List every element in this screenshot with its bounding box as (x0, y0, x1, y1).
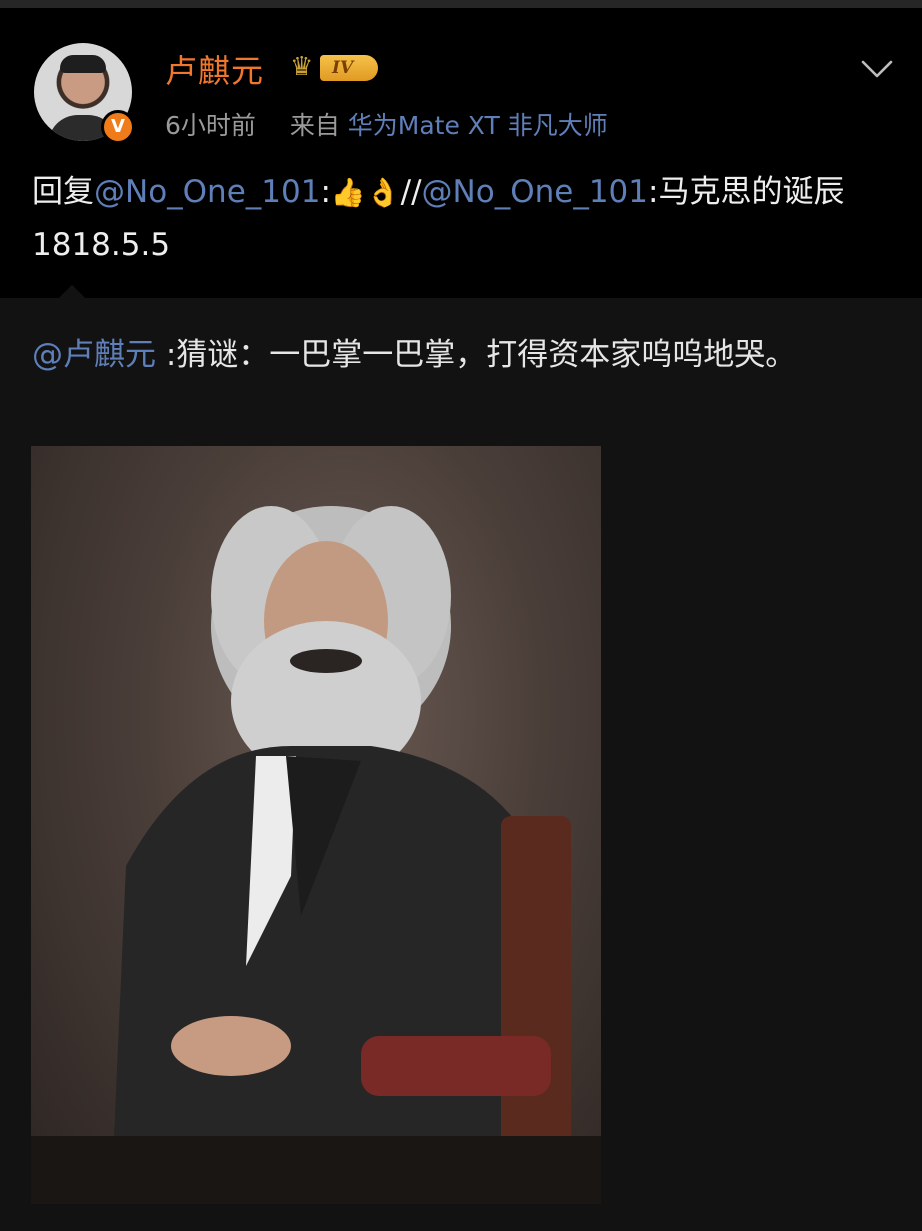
post-meta: 6小时前 来自 华为Mate XT 非凡大师 (165, 106, 608, 142)
post-body: 回复@No_One_101:👍👌//@No_One_101:马克思的诞辰1818… (32, 166, 902, 271)
thumbs-up-emoji: 👍 (330, 176, 366, 209)
status-strip (0, 0, 922, 8)
repost-text: @卢麒元 :猜谜：一巴掌一巴掌，打得资本家呜呜地哭。 (32, 330, 892, 380)
level-badge[interactable]: ♛ IV (290, 49, 386, 85)
ok-hand-emoji: 👌 (365, 176, 401, 209)
avatar-hair (60, 55, 106, 73)
quoted-mention[interactable]: @No_One_101 (422, 174, 648, 210)
repost-slashes: // (400, 174, 422, 210)
reply-mention[interactable]: @No_One_101 (94, 174, 320, 210)
chevron-down-icon[interactable] (860, 56, 894, 82)
reply-colon: : (320, 174, 331, 210)
device-link[interactable]: 华为Mate XT 非凡大师 (348, 111, 608, 140)
level-label: IV (320, 55, 378, 81)
source-prefix: 来自 (289, 111, 340, 140)
repost-mention[interactable]: @卢麒元 (32, 337, 156, 373)
verified-v-icon: V (101, 110, 135, 144)
post-time: 6小时前 (165, 111, 256, 140)
repost-body: :猜谜：一巴掌一巴掌，打得资本家呜呜地哭。 (156, 337, 797, 373)
repost-image[interactable] (31, 446, 601, 1204)
reply-prefix: 回复 (32, 174, 94, 210)
username[interactable]: 卢麒元 (165, 46, 264, 92)
portrait-illustration (31, 506, 601, 1204)
